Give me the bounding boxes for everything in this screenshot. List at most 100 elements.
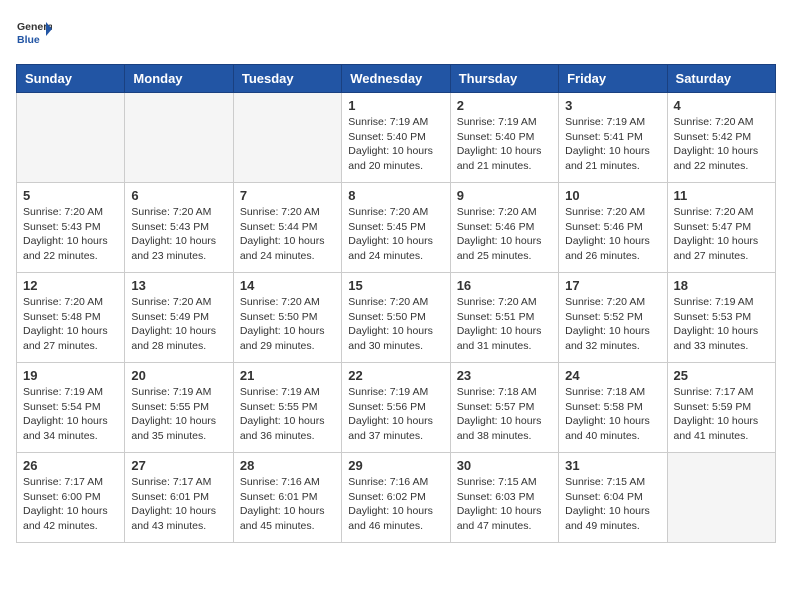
day-number: 4 xyxy=(674,98,769,113)
week-row-5: 26 Sunrise: 7:17 AMSunset: 6:00 PMDayligh… xyxy=(17,453,776,543)
day-cell-28: 28Sunrise: 7:16 AMSunset: 6:01 PMDayligh… xyxy=(233,453,341,543)
day-number: 14 xyxy=(240,278,335,293)
day-cell-21: 21 Sunrise: 7:19 AMSunset: 5:55 PMDayligh… xyxy=(233,363,341,453)
column-header-friday: Friday xyxy=(559,65,667,93)
logo-svg: General Blue xyxy=(16,16,52,52)
column-header-thursday: Thursday xyxy=(450,65,558,93)
day-number: 27 xyxy=(131,458,226,473)
day-cell-20: 20Sunrise: 7:19 AMSunset: 5:55 PMDayligh… xyxy=(125,363,233,453)
empty-cell xyxy=(233,93,341,183)
day-number: 19 xyxy=(23,368,118,383)
column-header-wednesday: Wednesday xyxy=(342,65,450,93)
column-header-sunday: Sunday xyxy=(17,65,125,93)
day-cell-26: 26 Sunrise: 7:17 AMSunset: 6:00 PMDayligh… xyxy=(17,453,125,543)
day-number: 16 xyxy=(457,278,552,293)
day-number: 25 xyxy=(674,368,769,383)
day-number: 31 xyxy=(565,458,660,473)
day-cell-9: 9 Sunrise: 7:20 AMSunset: 5:46 PMDaylight… xyxy=(450,183,558,273)
day-info: Sunrise: 7:19 AMSunset: 5:40 PMDaylight:… xyxy=(348,115,443,174)
logo: General Blue xyxy=(16,16,52,52)
day-cell-10: 10 Sunrise: 7:20 AMSunset: 5:46 PMDayligh… xyxy=(559,183,667,273)
day-number: 23 xyxy=(457,368,552,383)
day-info: Sunrise: 7:20 AMSunset: 5:43 PMDaylight:… xyxy=(131,205,226,264)
day-cell-24: 24 Sunrise: 7:18 AMSunset: 5:58 PMDayligh… xyxy=(559,363,667,453)
column-header-saturday: Saturday xyxy=(667,65,775,93)
day-info: Sunrise: 7:19 AMSunset: 5:41 PMDaylight:… xyxy=(565,115,660,174)
day-cell-4: 4 Sunrise: 7:20 AMSunset: 5:42 PMDaylight… xyxy=(667,93,775,183)
column-header-monday: Monday xyxy=(125,65,233,93)
day-cell-8: 8 Sunrise: 7:20 AMSunset: 5:45 PMDaylight… xyxy=(342,183,450,273)
day-number: 29 xyxy=(348,458,443,473)
day-number: 13 xyxy=(131,278,226,293)
day-info: Sunrise: 7:17 AMSunset: 6:01 PMDaylight:… xyxy=(131,475,226,534)
day-info: Sunrise: 7:20 AMSunset: 5:44 PMDaylight:… xyxy=(240,205,335,264)
day-info: Sunrise: 7:18 AMSunset: 5:58 PMDaylight:… xyxy=(565,385,660,444)
day-number: 3 xyxy=(565,98,660,113)
day-info: Sunrise: 7:19 AMSunset: 5:54 PMDaylight:… xyxy=(23,385,118,444)
column-header-tuesday: Tuesday xyxy=(233,65,341,93)
day-cell-11: 11Sunrise: 7:20 AMSunset: 5:47 PMDayligh… xyxy=(667,183,775,273)
empty-cell xyxy=(667,453,775,543)
empty-cell xyxy=(17,93,125,183)
day-info: Sunrise: 7:19 AMSunset: 5:55 PMDaylight:… xyxy=(131,385,226,444)
empty-cell xyxy=(125,93,233,183)
day-number: 15 xyxy=(348,278,443,293)
day-cell-16: 16 Sunrise: 7:20 AMSunset: 5:51 PMDayligh… xyxy=(450,273,558,363)
week-row-1: 1 Sunrise: 7:19 AMSunset: 5:40 PMDaylight… xyxy=(17,93,776,183)
day-number: 17 xyxy=(565,278,660,293)
day-number: 1 xyxy=(348,98,443,113)
day-cell-14: 14 Sunrise: 7:20 AMSunset: 5:50 PMDayligh… xyxy=(233,273,341,363)
day-info: Sunrise: 7:20 AMSunset: 5:52 PMDaylight:… xyxy=(565,295,660,354)
day-info: Sunrise: 7:17 AMSunset: 5:59 PMDaylight:… xyxy=(674,385,769,444)
day-cell-6: 6Sunrise: 7:20 AMSunset: 5:43 PMDaylight… xyxy=(125,183,233,273)
day-info: Sunrise: 7:20 AMSunset: 5:49 PMDaylight:… xyxy=(131,295,226,354)
day-info: Sunrise: 7:17 AMSunset: 6:00 PMDaylight:… xyxy=(23,475,118,534)
day-cell-15: 15 Sunrise: 7:20 AMSunset: 5:50 PMDayligh… xyxy=(342,273,450,363)
day-info: Sunrise: 7:20 AMSunset: 5:50 PMDaylight:… xyxy=(240,295,335,354)
calendar-header-row: SundayMondayTuesdayWednesdayThursdayFrid… xyxy=(17,65,776,93)
day-info: Sunrise: 7:20 AMSunset: 5:45 PMDaylight:… xyxy=(348,205,443,264)
day-cell-18: 18 Sunrise: 7:19 AMSunset: 5:53 PMDayligh… xyxy=(667,273,775,363)
day-number: 9 xyxy=(457,188,552,203)
day-info: Sunrise: 7:19 AMSunset: 5:56 PMDaylight:… xyxy=(348,385,443,444)
day-info: Sunrise: 7:20 AMSunset: 5:47 PMDaylight:… xyxy=(674,205,769,264)
day-info: Sunrise: 7:19 AMSunset: 5:53 PMDaylight:… xyxy=(674,295,769,354)
day-number: 5 xyxy=(23,188,118,203)
day-number: 10 xyxy=(565,188,660,203)
day-cell-13: 13 Sunrise: 7:20 AMSunset: 5:49 PMDayligh… xyxy=(125,273,233,363)
day-number: 24 xyxy=(565,368,660,383)
page-header: General Blue xyxy=(16,16,776,52)
day-info: Sunrise: 7:20 AMSunset: 5:46 PMDaylight:… xyxy=(565,205,660,264)
day-cell-27: 27 Sunrise: 7:17 AMSunset: 6:01 PMDayligh… xyxy=(125,453,233,543)
week-row-4: 19 Sunrise: 7:19 AMSunset: 5:54 PMDayligh… xyxy=(17,363,776,453)
day-cell-29: 29Sunrise: 7:16 AMSunset: 6:02 PMDayligh… xyxy=(342,453,450,543)
day-info: Sunrise: 7:18 AMSunset: 5:57 PMDaylight:… xyxy=(457,385,552,444)
day-number: 30 xyxy=(457,458,552,473)
day-info: Sunrise: 7:20 AMSunset: 5:51 PMDaylight:… xyxy=(457,295,552,354)
day-number: 28 xyxy=(240,458,335,473)
day-number: 21 xyxy=(240,368,335,383)
day-number: 2 xyxy=(457,98,552,113)
day-info: Sunrise: 7:20 AMSunset: 5:48 PMDaylight:… xyxy=(23,295,118,354)
day-cell-1: 1 Sunrise: 7:19 AMSunset: 5:40 PMDaylight… xyxy=(342,93,450,183)
day-info: Sunrise: 7:19 AMSunset: 5:55 PMDaylight:… xyxy=(240,385,335,444)
day-info: Sunrise: 7:20 AMSunset: 5:50 PMDaylight:… xyxy=(348,295,443,354)
day-number: 22 xyxy=(348,368,443,383)
day-number: 26 xyxy=(23,458,118,473)
day-cell-7: 7Sunrise: 7:20 AMSunset: 5:44 PMDaylight… xyxy=(233,183,341,273)
day-cell-2: 2 Sunrise: 7:19 AMSunset: 5:40 PMDaylight… xyxy=(450,93,558,183)
day-cell-23: 23 Sunrise: 7:18 AMSunset: 5:57 PMDayligh… xyxy=(450,363,558,453)
day-cell-31: 31Sunrise: 7:15 AMSunset: 6:04 PMDayligh… xyxy=(559,453,667,543)
day-cell-19: 19 Sunrise: 7:19 AMSunset: 5:54 PMDayligh… xyxy=(17,363,125,453)
day-number: 8 xyxy=(348,188,443,203)
day-info: Sunrise: 7:15 AMSunset: 6:03 PMDaylight:… xyxy=(457,475,552,534)
week-row-2: 5 Sunrise: 7:20 AMSunset: 5:43 PMDaylight… xyxy=(17,183,776,273)
day-cell-3: 3 Sunrise: 7:19 AMSunset: 5:41 PMDaylight… xyxy=(559,93,667,183)
day-info: Sunrise: 7:20 AMSunset: 5:46 PMDaylight:… xyxy=(457,205,552,264)
day-info: Sunrise: 7:19 AMSunset: 5:40 PMDaylight:… xyxy=(457,115,552,174)
day-info: Sunrise: 7:20 AMSunset: 5:43 PMDaylight:… xyxy=(23,205,118,264)
day-cell-12: 12Sunrise: 7:20 AMSunset: 5:48 PMDayligh… xyxy=(17,273,125,363)
day-info: Sunrise: 7:20 AMSunset: 5:42 PMDaylight:… xyxy=(674,115,769,174)
day-number: 18 xyxy=(674,278,769,293)
day-cell-5: 5 Sunrise: 7:20 AMSunset: 5:43 PMDaylight… xyxy=(17,183,125,273)
